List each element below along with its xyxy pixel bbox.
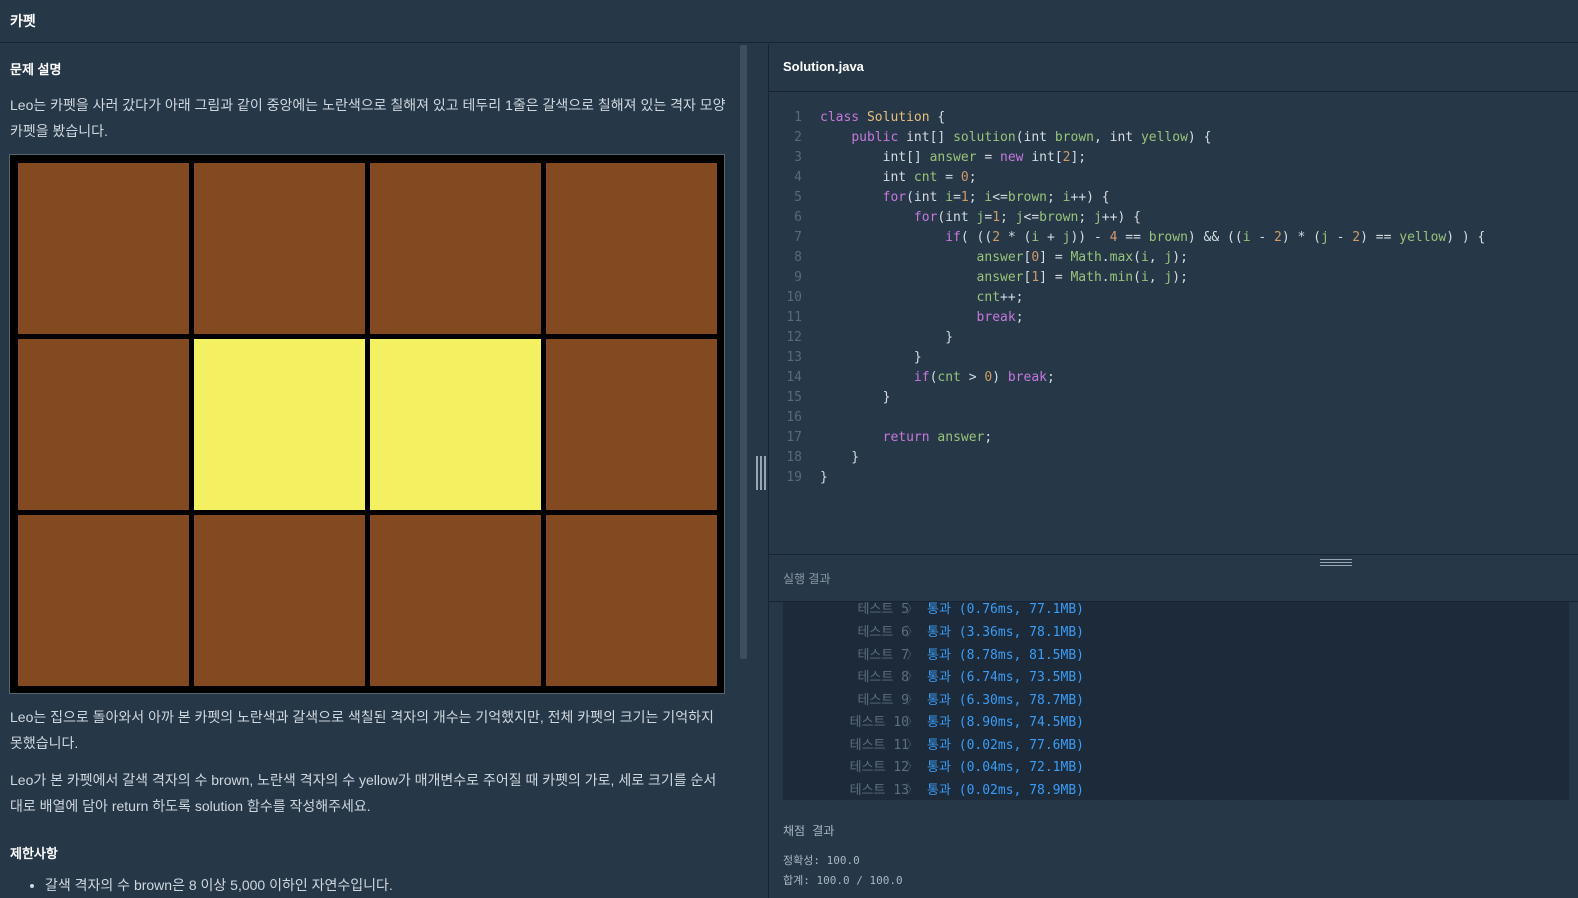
results-label: 실행 결과 bbox=[783, 572, 831, 586]
carpet-cell-brown bbox=[18, 163, 189, 334]
grading-title: 채점 결과 bbox=[783, 824, 835, 838]
grading-summary: 채점 결과 정확성: 100.0 합계: 100.0 / 100.0 bbox=[783, 822, 903, 891]
carpet-cell-brown bbox=[546, 339, 717, 510]
carpet-cell-brown bbox=[370, 163, 541, 334]
carpet-cell-brown bbox=[546, 163, 717, 334]
page-title: 카펫 bbox=[10, 13, 36, 29]
editor-panel: Solution.java 1 class Solution { 2 public… bbox=[769, 44, 1578, 898]
carpet-cell-brown bbox=[370, 515, 541, 686]
test-row: 테스트 8 〉 통과 (6.74ms, 73.5MB) bbox=[857, 670, 1084, 685]
carpet-illustration bbox=[9, 154, 725, 694]
problem-paragraph-3: Leo가 본 카펫에서 갈색 격자의 수 brown, 노란색 격자의 수 ye… bbox=[10, 772, 717, 814]
constraints-list: 갈색 격자의 수 brown은 8 이상 5,000 이하인 자연수입니다. bbox=[10, 875, 393, 895]
carpet-cell-brown bbox=[18, 515, 189, 686]
constraint-item: 갈색 격자의 수 brown은 8 이상 5,000 이하인 자연수입니다. bbox=[45, 875, 393, 895]
total-score: 합계: 100.0 / 100.0 bbox=[783, 874, 903, 887]
file-name: Solution.java bbox=[783, 59, 864, 74]
test-row: 테스트 10 〉 통과 (8.90ms, 74.5MB) bbox=[849, 715, 1084, 730]
carpet-cell-yellow bbox=[370, 339, 541, 510]
file-tab[interactable]: Solution.java bbox=[769, 44, 1578, 92]
constraints-title: 제한사항 bbox=[10, 846, 58, 861]
carpet-cell-brown bbox=[194, 163, 365, 334]
carpet-cell-yellow bbox=[194, 339, 365, 510]
test-row: 테스트 6 〉 통과 (3.36ms, 78.1MB) bbox=[857, 625, 1084, 640]
results-header: 실행 결과 bbox=[769, 554, 1578, 602]
problem-panel[interactable]: 문제 설명 Leo는 카펫을 사러 갔다가 아래 그림과 같이 중앙에는 노란색… bbox=[0, 44, 738, 898]
test-row: 테스트 11 〉 통과 (0.02ms, 77.6MB) bbox=[849, 738, 1084, 753]
carpet-cell-brown bbox=[18, 339, 189, 510]
test-row: 테스트 7 〉 통과 (8.78ms, 81.5MB) bbox=[857, 648, 1084, 663]
panel-resize-handle[interactable] bbox=[756, 456, 766, 490]
test-row: 테스트 13 〉 통과 (0.02ms, 78.9MB) bbox=[849, 783, 1084, 798]
results-resize-handle[interactable] bbox=[1320, 559, 1352, 567]
carpet-cell-brown bbox=[546, 515, 717, 686]
description-scrollbar[interactable] bbox=[740, 45, 747, 659]
test-row: 테스트 12 〉 통과 (0.04ms, 72.1MB) bbox=[849, 760, 1084, 775]
accuracy-score: 정확성: 100.0 bbox=[783, 854, 860, 867]
problem-section-title: 문제 설명 bbox=[10, 62, 62, 77]
problem-intro: Leo는 카펫을 사러 갔다가 아래 그림과 같이 중앙에는 노란색으로 칠해져… bbox=[10, 97, 726, 139]
test-row: 테스트 9 〉 통과 (6.30ms, 78.7MB) bbox=[857, 693, 1084, 708]
test-row: 테스트 5 〉 통과 (0.76ms, 77.1MB) bbox=[857, 602, 1084, 617]
carpet-cell-brown bbox=[194, 515, 365, 686]
top-bar: 카펫 bbox=[0, 0, 1578, 43]
problem-paragraph-2: Leo는 집으로 돌아와서 아까 본 카펫의 노란색과 갈색으로 색칠된 격자의… bbox=[10, 709, 714, 751]
results-console[interactable]: 테스트 5 〉 통과 (0.76ms, 77.1MB) 테스트 6 〉 통과 (3.36… bbox=[783, 602, 1569, 800]
